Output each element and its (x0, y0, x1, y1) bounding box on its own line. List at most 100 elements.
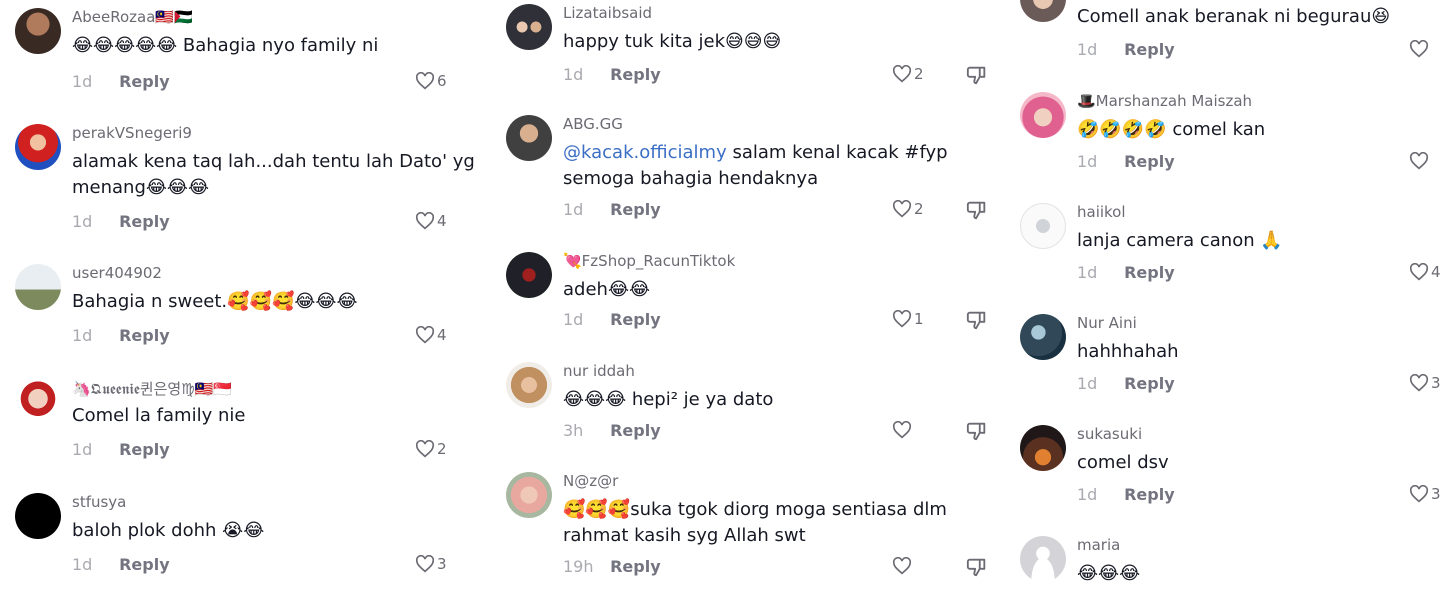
comment-text: 😂😂😂 hepi² je ya dato (563, 387, 773, 413)
comment-time: 1d (72, 326, 93, 345)
comment-username[interactable]: maria (1077, 536, 1120, 554)
comment-username[interactable]: perakVSnegeri9 (72, 124, 192, 142)
reply-button[interactable]: Reply (1124, 152, 1175, 171)
avatar[interactable] (1020, 203, 1066, 249)
comment-username[interactable]: ABG.GG (563, 115, 623, 133)
reply-button[interactable]: Reply (610, 310, 661, 329)
comment-text: adeh😂😂 (563, 277, 650, 303)
comment-text-line: 🥰🥰🥰suka tgok diorg moga sentiasa dlm (563, 499, 947, 520)
like-button[interactable]: 2 (415, 439, 447, 461)
reply-button[interactable]: Reply (610, 200, 661, 219)
comment-username[interactable]: Nur Aini (1077, 314, 1137, 332)
like-button[interactable] (892, 420, 914, 442)
comment-username[interactable]: sukasuki (1077, 425, 1142, 443)
avatar[interactable] (506, 362, 552, 408)
thumbs-down-icon[interactable] (966, 420, 988, 442)
avatar[interactable] (15, 493, 61, 539)
like-button[interactable] (1409, 151, 1431, 173)
like-count: 1 (914, 309, 924, 328)
heart-outline-icon (415, 554, 435, 572)
reply-button[interactable]: Reply (1124, 374, 1175, 393)
comment-text-line: menang😂😂😂 (72, 177, 209, 198)
like-button[interactable]: 4 (415, 211, 447, 233)
like-button[interactable]: 6 (415, 71, 447, 93)
comment-text-line: 🤣🤣🤣🤣 comel kan (1077, 119, 1266, 140)
comment-text: baloh plok dohh 😭😂 (72, 518, 264, 544)
like-button[interactable] (892, 556, 914, 578)
comment-time: 1d (72, 555, 93, 574)
reply-button[interactable]: Reply (610, 421, 661, 440)
comment-item: haiikol lanja camera canon 🙏 1d Reply 4 (1020, 203, 1448, 303)
reply-button[interactable]: Reply (119, 212, 170, 231)
thumbs-down-icon[interactable] (966, 64, 988, 86)
heart-outline-icon (1409, 373, 1429, 391)
reply-button[interactable]: Reply (1124, 40, 1175, 59)
comment-username[interactable]: 💘FzShop_RacunTiktok (563, 252, 735, 270)
heart-outline-icon (892, 64, 912, 82)
comment-text: 🤣🤣🤣🤣 comel kan (1077, 117, 1265, 143)
comment-time: 1d (1077, 40, 1098, 59)
avatar[interactable] (506, 252, 552, 298)
reply-button[interactable]: Reply (119, 440, 170, 459)
like-button[interactable]: 2 (892, 64, 924, 86)
avatar[interactable] (506, 472, 552, 518)
comment-username[interactable]: 🦄𝕼𝖚𝖊𝖊𝖓𝖎𝖊퀸은영♍🇲🇾🇸🇬 (72, 378, 232, 399)
like-button[interactable]: 3 (1409, 373, 1441, 395)
avatar[interactable] (15, 378, 61, 424)
thumbs-down-icon[interactable] (966, 309, 988, 331)
comment-text-line: happy tuk kita jek😅😅😅 (563, 31, 782, 52)
like-count: 3 (437, 554, 447, 573)
reply-button[interactable]: Reply (610, 557, 661, 576)
comment-username[interactable]: user404902 (72, 264, 162, 282)
comment-text-line: Bahagia n sweet.🥰🥰🥰😂😂😂 (72, 291, 358, 312)
reply-button[interactable]: Reply (119, 326, 170, 345)
comment-text: 🥰🥰🥰suka tgok diorg moga sentiasa dlm rahm… (563, 497, 947, 549)
reply-button[interactable]: Reply (119, 72, 170, 91)
avatar[interactable] (15, 264, 61, 310)
reply-button[interactable]: Reply (1124, 263, 1175, 282)
avatar[interactable] (506, 115, 552, 161)
avatar[interactable] (1020, 425, 1066, 471)
mention-link[interactable]: @kacak.officialmy (563, 142, 727, 163)
thumbs-down-icon[interactable] (966, 199, 988, 221)
comment-username[interactable]: stfusya (72, 493, 126, 511)
comment-item: Lizataibsaid happy tuk kita jek😅😅😅 1d Re… (506, 4, 996, 104)
reply-button[interactable]: Reply (119, 555, 170, 574)
reply-button[interactable]: Reply (1124, 485, 1175, 504)
comment-text-line: Comell anak beranak ni begurau😆 (1077, 6, 1391, 27)
comment-text-line: 😂😂😂 (1077, 563, 1141, 584)
heart-outline-icon (1409, 262, 1429, 280)
comment-username[interactable]: N@z@r (563, 472, 618, 490)
comment-username[interactable]: haiikol (1077, 203, 1126, 221)
comment-username[interactable]: 🎩Marshanzah Maiszah (1077, 92, 1252, 110)
like-count: 4 (437, 211, 447, 230)
comment-meta: 1d Reply (72, 440, 170, 462)
comment-text-line: lanja camera canon 🙏 (1077, 230, 1283, 251)
avatar[interactable] (1020, 536, 1066, 582)
comment-meta: 1d Reply (563, 310, 661, 332)
avatar[interactable] (1020, 314, 1066, 360)
reply-button[interactable]: Reply (610, 65, 661, 84)
like-button[interactable] (1409, 39, 1431, 61)
comment-username[interactable]: AbeeRozaa🇲🇾🇵🇸 (72, 8, 193, 26)
avatar[interactable] (506, 4, 552, 50)
avatar[interactable] (15, 124, 61, 170)
thumbs-down-icon[interactable] (966, 556, 988, 578)
avatar[interactable] (15, 8, 61, 54)
like-button[interactable]: 1 (892, 309, 924, 331)
avatar[interactable] (1020, 92, 1066, 138)
comment-meta: 1d Reply (1077, 485, 1175, 507)
comment-column-3: Comell anak beranak ni begurau😆 1d Reply… (1020, 0, 1448, 605)
comment-username[interactable]: nur iddah (563, 362, 635, 380)
like-count: 4 (1431, 262, 1441, 281)
comment-username[interactable]: Lizataibsaid (563, 4, 652, 22)
comment-item: sukasuki comel dsv 1d Reply 3 (1020, 425, 1448, 525)
like-button[interactable]: 2 (892, 199, 924, 221)
like-button[interactable]: 3 (415, 554, 447, 576)
heart-outline-icon (415, 439, 435, 457)
like-button[interactable]: 4 (415, 325, 447, 347)
avatar[interactable] (1020, 0, 1066, 22)
comment-text: happy tuk kita jek😅😅😅 (563, 29, 781, 55)
like-button[interactable]: 4 (1409, 262, 1441, 284)
like-button[interactable]: 3 (1409, 484, 1441, 506)
